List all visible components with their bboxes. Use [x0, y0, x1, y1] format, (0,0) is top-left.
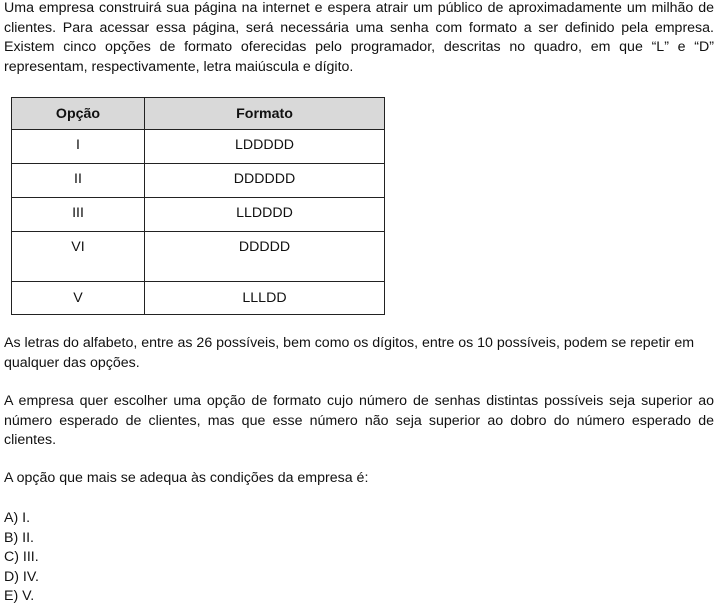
- table-row: III LLDDDD: [11, 197, 385, 232]
- header-format: Formato: [144, 97, 385, 130]
- format-cell: DDDDD: [144, 231, 385, 282]
- option-cell: III: [11, 197, 145, 232]
- intro-paragraph: Uma empresa construirá sua página na int…: [4, 0, 714, 75]
- answer-options: A) I. B) II. C) III. D) IV. E) V.: [4, 509, 39, 607]
- format-table: Opção Formato I LDDDDD II DDDDDD III LLD…: [11, 97, 385, 315]
- answer-option-d[interactable]: D) IV.: [4, 568, 39, 588]
- table-row: II DDDDDD: [11, 163, 385, 198]
- table-row: I LDDDDD: [11, 129, 385, 164]
- answer-option-c[interactable]: C) III.: [4, 548, 39, 568]
- option-cell: II: [11, 163, 145, 198]
- answer-option-b[interactable]: B) II.: [4, 529, 39, 549]
- header-option: Opção: [11, 97, 145, 130]
- table-row: V LLLDD: [11, 281, 385, 315]
- option-cell: I: [11, 129, 145, 164]
- option-cell: VI: [11, 231, 145, 282]
- repeat-paragraph: As letras do alfabeto, entre as 26 possí…: [4, 335, 695, 371]
- table-row: VI DDDDD: [11, 231, 385, 282]
- answer-option-e[interactable]: E) V.: [4, 587, 39, 607]
- format-cell: LDDDDD: [144, 129, 385, 164]
- goal-paragraph: A empresa quer escolher uma opção de for…: [4, 393, 714, 448]
- format-cell: LLDDDD: [144, 197, 385, 232]
- format-cell: LLLDD: [144, 281, 385, 315]
- question-paragraph: A opção que mais se adequa às condições …: [4, 470, 369, 486]
- option-cell: V: [11, 281, 145, 315]
- table-header-row: Opção Formato: [11, 97, 385, 130]
- format-cell: DDDDDD: [144, 163, 385, 198]
- answer-option-a[interactable]: A) I.: [4, 509, 39, 529]
